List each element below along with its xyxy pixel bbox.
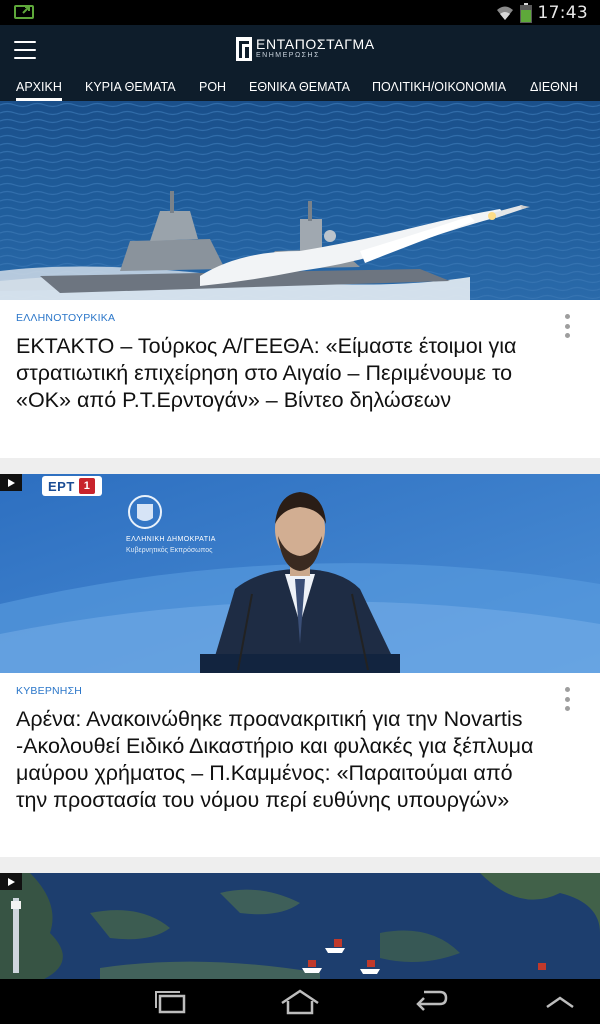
more-options-icon[interactable]	[562, 687, 572, 711]
hamburger-menu-icon[interactable]	[14, 41, 36, 59]
video-play-icon	[0, 474, 22, 491]
article-card[interactable]	[0, 873, 600, 979]
tab-feed[interactable]: ΡΟΗ	[199, 75, 226, 101]
channel-logo-ert1: ΕΡΤ 1	[42, 476, 102, 496]
system-nav-bar	[0, 979, 600, 1024]
channel-name: ΕΡΤ	[48, 478, 75, 494]
article-category[interactable]: ΕΛΛΗΝΟΤΟΥΡΚΙΚΑ	[16, 312, 544, 324]
tab-national-issues[interactable]: ΕΘΝΙΚΑ ΘΕΜΑΤΑ	[249, 75, 350, 101]
status-right-group: 17:43	[496, 0, 589, 25]
card-divider	[0, 857, 600, 873]
article-body[interactable]: ΚΥΒΕΡΝΗΣΗ Αρένα: Ανακοινώθηκε προανακριτ…	[0, 673, 600, 857]
gov-caption-line2: Κυβερνητικός Εκπρόσωπος	[126, 547, 213, 554]
back-icon[interactable]	[410, 987, 450, 1017]
status-bar: 17:43	[0, 0, 600, 25]
screen-cast-icon	[14, 5, 34, 19]
article-card[interactable]: ΕΡΤ 1 ΕΛΛΗΝΙΚΗ ΔΗΜΟΚΡΑΤΙΑ Κυβερνητικός Ε…	[0, 474, 600, 857]
status-time: 17:43	[537, 2, 588, 23]
battery-icon	[519, 2, 532, 23]
logo-subtitle: ΕΝΗΜΕΡΩΣΗΣ	[256, 52, 320, 59]
tab-international[interactable]: ΔΙΕΘΝΗ	[530, 75, 578, 101]
card-divider	[0, 458, 600, 474]
app-bar: ΕΝΤΑΠΟΣΤΑΓΜΑ ΕΝΗΜΕΡΩΣΗΣ	[0, 25, 600, 75]
news-feed[interactable]: ΕΛΛΗΝΟΤΟΥΡΚΙΚΑ ΕΚΤΑΚΤΟ – Τούρκος Α/ΓΕΕΘΑ…	[0, 101, 600, 979]
missile-launch-image	[0, 101, 600, 300]
article-title[interactable]: Αρένα: Ανακοινώθηκε προανακριτική για τη…	[16, 706, 544, 814]
logo-mark-icon	[236, 37, 252, 61]
chevron-up-icon[interactable]	[540, 987, 580, 1017]
home-icon[interactable]	[280, 987, 320, 1017]
app-logo[interactable]: ΕΝΤΑΠΟΣΤΑΓΜΑ ΕΝΗΜΕΡΩΣΗΣ	[236, 37, 375, 63]
video-play-icon	[0, 873, 22, 890]
recent-apps-icon[interactable]	[150, 987, 190, 1017]
more-options-icon[interactable]	[562, 314, 572, 338]
article-body[interactable]: ΕΛΛΗΝΟΤΟΥΡΚΙΚΑ ΕΚΤΑΚΤΟ – Τούρκος Α/ΓΕΕΘΑ…	[0, 300, 600, 458]
article-title[interactable]: ΕΚΤΑΚΤΟ – Τούρκος Α/ΓΕΕΘΑ: «Είμαστε έτοι…	[16, 333, 544, 414]
wifi-icon	[496, 6, 513, 20]
tab-politics-economy[interactable]: ΠΟΛΙΤΙΚΗ/ΟΙΚΟΝΟΜΙΑ	[372, 75, 506, 101]
article-category[interactable]: ΚΥΒΕΡΝΗΣΗ	[16, 685, 544, 697]
gov-caption-line1: ΕΛΛΗΝΙΚΗ ΔΗΜΟΚΡΑΤΙΑ	[126, 536, 216, 543]
press-briefing-image	[0, 474, 600, 673]
category-tab-bar: ΑΡΧΙΚΗ ΚΥΡΙΑ ΘΕΜΑΤΑ ΡΟΗ ΕΘΝΙΚΑ ΘΕΜΑΤΑ ΠΟ…	[0, 75, 600, 101]
logo-title: ΕΝΤΑΠΟΣΤΑΓΜΑ	[256, 36, 375, 52]
channel-number: 1	[78, 478, 95, 494]
tab-home[interactable]: ΑΡΧΙΚΗ	[16, 75, 62, 101]
app-screen: 17:43 ΕΝΤΑΠΟΣΤΑΓΜΑ ΕΝΗΜΕΡΩΣΗΣ ΑΡΧΙΚΗ ΚΥΡ…	[0, 0, 600, 1024]
article-image-aegean-map[interactable]	[0, 873, 600, 979]
article-image-missile-launch[interactable]	[0, 101, 600, 300]
tab-main-topics[interactable]: ΚΥΡΙΑ ΘΕΜΑΤΑ	[85, 75, 176, 101]
article-card[interactable]: ΕΛΛΗΝΟΤΟΥΡΚΙΚΑ ΕΚΤΑΚΤΟ – Τούρκος Α/ΓΕΕΘΑ…	[0, 101, 600, 458]
article-image-press-briefing[interactable]: ΕΡΤ 1 ΕΛΛΗΝΙΚΗ ΔΗΜΟΚΡΑΤΙΑ Κυβερνητικός Ε…	[0, 474, 600, 673]
aegean-map-image	[0, 873, 600, 979]
